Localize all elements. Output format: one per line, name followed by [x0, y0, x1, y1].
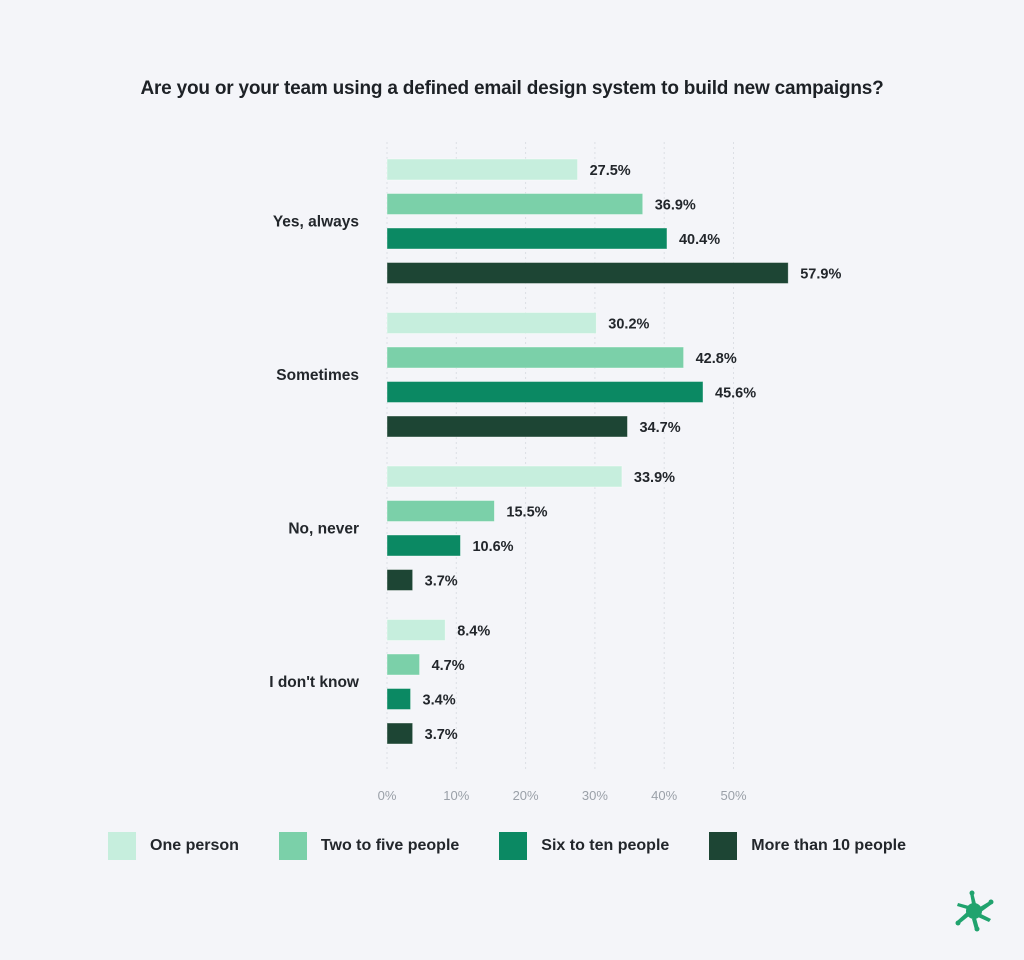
- x-tick-label: 40%: [651, 788, 677, 803]
- bar: [386, 381, 704, 403]
- data-label: 3.7%: [425, 574, 458, 590]
- data-label: 57.9%: [800, 267, 841, 283]
- x-tick-label: 0%: [378, 788, 397, 803]
- bars: 27.5% 36.9% 40.4% 57.9% 30.2% 42.8% 45.6% 34.7%…: [386, 158, 841, 745]
- data-label: 3.4%: [423, 693, 456, 709]
- x-tick-label: 50%: [720, 788, 746, 803]
- x-axis-ticks: 0% 10% 20% 30% 40% 50%: [378, 788, 747, 803]
- category-labels: Yes, always Sometimes No, never I don't kno…: [269, 213, 360, 691]
- data-label: 40.4%: [679, 232, 720, 248]
- legend-label: One person: [150, 837, 239, 854]
- legend-item-more-than-ten: More than 10 people: [709, 832, 906, 860]
- legend-label: Two to five people: [320, 837, 460, 854]
- legend-swatch: [709, 832, 738, 860]
- bar: [386, 722, 414, 745]
- data-label: 8.4%: [457, 624, 490, 640]
- data-label: 33.9%: [634, 470, 675, 486]
- green-splash-logo-icon: [955, 890, 994, 932]
- legend-item-two-to-five: Two to five people: [278, 832, 460, 860]
- bar: [386, 415, 628, 438]
- bar: [386, 688, 411, 710]
- bar: [386, 227, 668, 250]
- bar-chart: 27.5% 36.9% 40.4% 57.9% 30.2% 42.8% 45.6% 34.7%…: [269, 142, 841, 803]
- category-label: I don't know: [269, 674, 360, 691]
- bar: [386, 262, 789, 284]
- bar: [386, 312, 597, 334]
- bar: [386, 465, 623, 488]
- legend-swatch: [108, 832, 136, 860]
- data-label: 3.7%: [425, 727, 458, 743]
- x-tick-label: 30%: [582, 788, 608, 803]
- data-label: 15.5%: [506, 505, 547, 521]
- bar: [386, 534, 461, 557]
- data-label: 34.7%: [639, 420, 680, 436]
- legend-swatch: [278, 832, 307, 860]
- x-tick-label: 20%: [513, 788, 539, 803]
- category-label: Yes, always: [273, 213, 359, 230]
- x-tick-label: 10%: [443, 788, 469, 803]
- legend-label: Six to ten people: [541, 837, 670, 854]
- data-label: 10.6%: [472, 539, 513, 555]
- legend: One person Two to five people Six to ten…: [108, 832, 946, 860]
- legend-item-one-person: One person: [108, 832, 239, 860]
- category-label: Sometimes: [276, 367, 359, 384]
- bar: [386, 619, 446, 641]
- data-label: 27.5%: [590, 163, 631, 179]
- bar: [386, 193, 644, 215]
- legend-item-six-to-ten: Six to ten people: [499, 832, 669, 860]
- bar: [386, 569, 414, 591]
- bar: [386, 158, 578, 181]
- legend-swatch: [499, 832, 528, 860]
- data-label: 36.9%: [655, 198, 696, 214]
- bar: [386, 346, 685, 369]
- data-label: 4.7%: [432, 658, 465, 674]
- data-label: 45.6%: [715, 386, 756, 402]
- category-label: No, never: [288, 520, 359, 537]
- bar: [386, 653, 420, 676]
- data-label: 42.8%: [696, 351, 737, 367]
- data-label: 30.2%: [608, 317, 649, 333]
- bar: [386, 500, 495, 522]
- legend-label: More than 10 people: [751, 837, 906, 854]
